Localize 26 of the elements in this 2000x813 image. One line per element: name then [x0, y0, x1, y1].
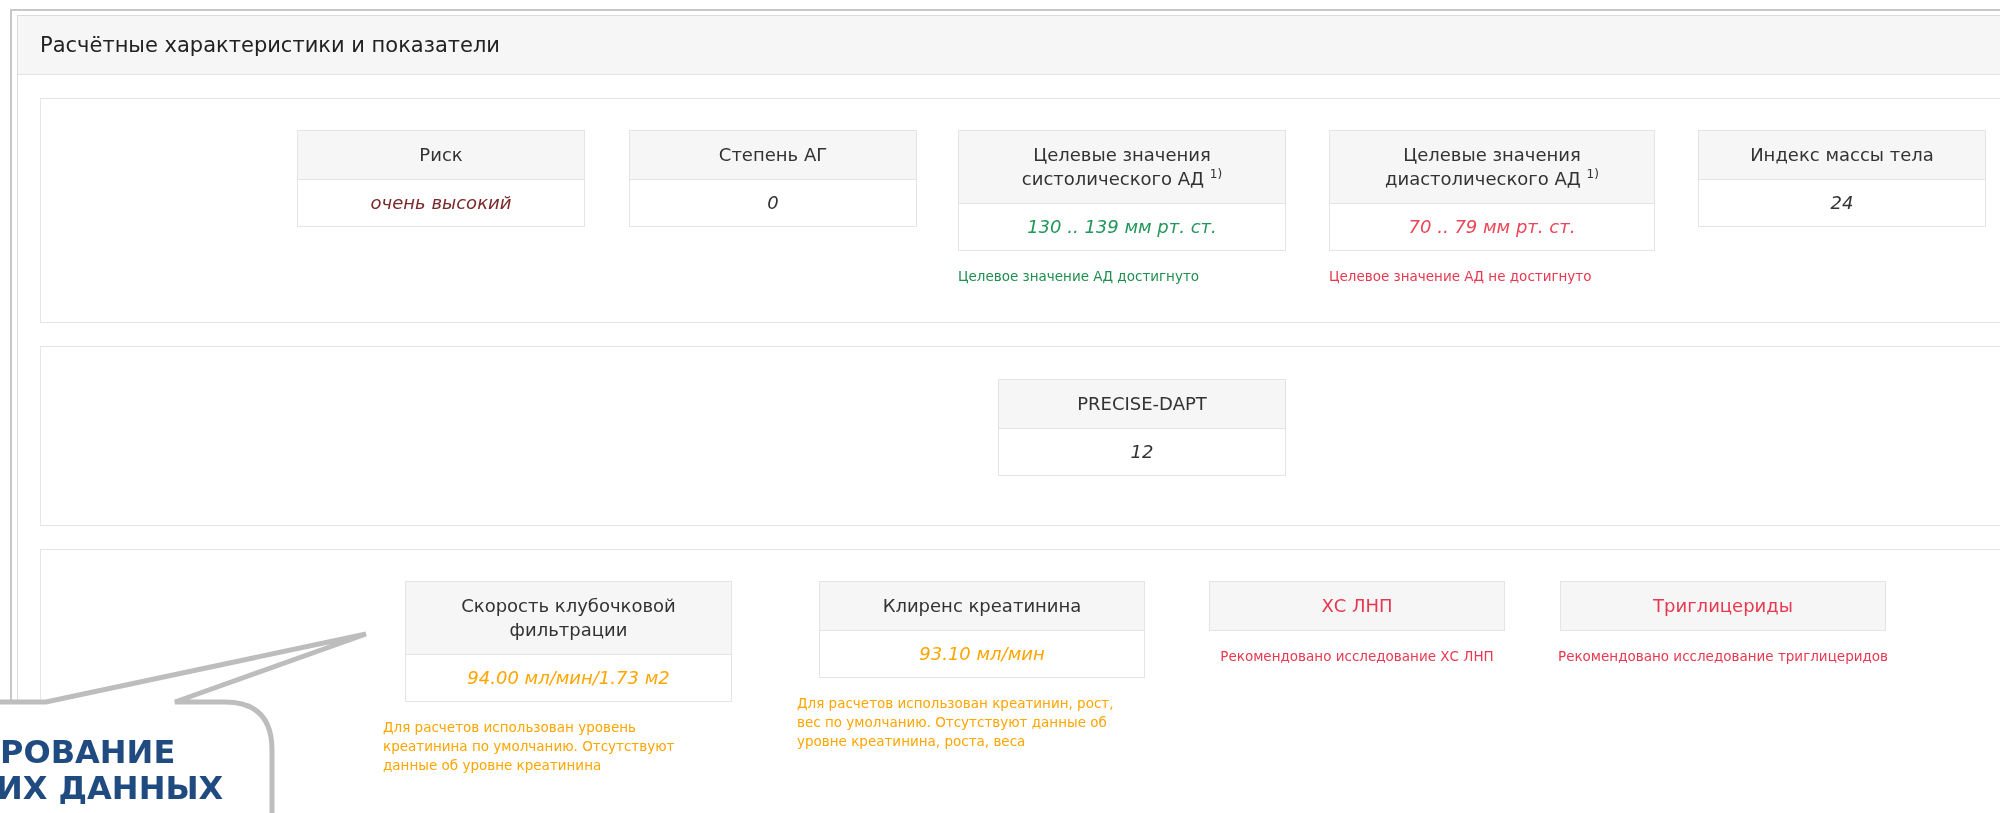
metric-title: Риск — [298, 131, 584, 179]
metric-value: 0 — [630, 179, 916, 226]
metric-note: Рекомендовано исследование ХС ЛНП — [1220, 647, 1494, 666]
metric-note: Целевое значение АД не достигнуто — [1329, 267, 1592, 286]
metric-title: PRECISE-DAPT — [999, 380, 1285, 428]
metric-title: ХС ЛНП — [1210, 582, 1504, 630]
metric-value: 130 .. 139 мм рт. ст. — [959, 203, 1285, 250]
panel-title: Расчётные характеристики и показатели — [40, 33, 500, 57]
metric-value: 94.00 мл/мин/1.73 м2 — [406, 654, 731, 701]
metric-value: очень высокий — [298, 179, 584, 226]
metric-value: 24 — [1699, 179, 1985, 226]
metric-value: 70 .. 79 мм рт. ст. — [1330, 203, 1654, 250]
metric-title: Степень АГ — [630, 131, 916, 179]
metric-title: Целевые значения систолического АД $^{1)}$ — [959, 131, 1285, 203]
callout-text: РОВАНИЕ — [0, 734, 177, 770]
metric-title: Триглицериды — [1561, 582, 1885, 630]
metric-title: Индекс массы тела — [1699, 131, 1985, 179]
metric-note: Рекомендовано исследование триглицеридов — [1558, 647, 1889, 666]
metric-note: Целевое значение АД достигнуто — [958, 267, 1200, 286]
metric-note: Для расчетов использован уровень креатинина по умолчанию. Отсутствуют данные об уровне креатинина — [383, 718, 676, 775]
metric-title: Скорость клубочковой фильтрации — [406, 582, 731, 654]
metric-note: Для расчетов использован креатинин, рост, вес по умолчанию. Отсутствуют данные об уровне креатинина, роста, веса — [797, 694, 1115, 751]
metric-title: Целевые значения диастолического АД $^{1)}$ — [1330, 131, 1654, 203]
metric-value: 12 — [999, 428, 1285, 475]
metric-title: Клиренс креатинина — [820, 582, 1144, 630]
metric-value: 93.10 мл/мин — [820, 630, 1144, 677]
